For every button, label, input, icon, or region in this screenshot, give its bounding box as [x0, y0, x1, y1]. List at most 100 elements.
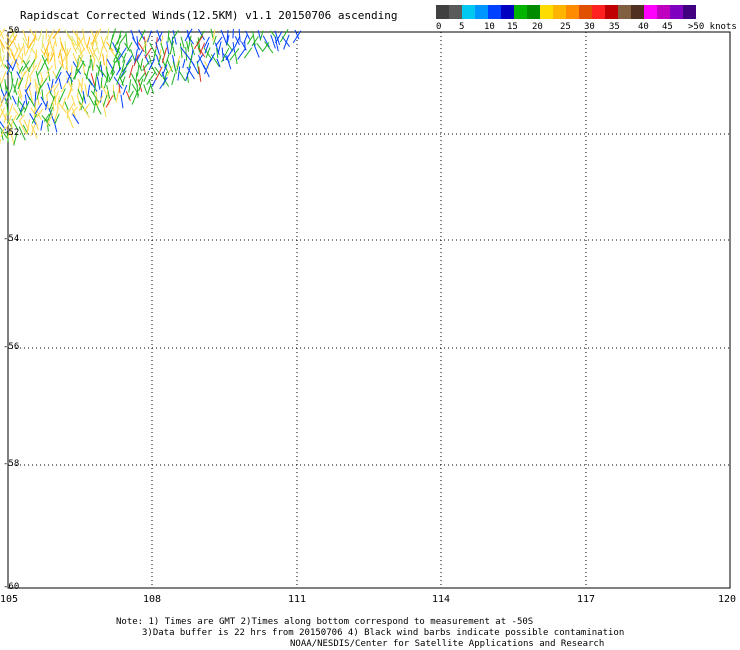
wind-map [0, 28, 731, 589]
wind-barb [42, 42, 49, 58]
wind-barb [182, 58, 186, 69]
grid-lines [8, 32, 730, 588]
wind-barb [45, 29, 48, 40]
wind-barb [256, 42, 264, 52]
wind-barb [184, 28, 193, 42]
wind-barb [172, 61, 177, 74]
wind-barb [21, 52, 24, 65]
wind-barb [36, 58, 42, 71]
wind-barb [143, 84, 148, 94]
latitude-label: -52 [3, 128, 20, 138]
wind-barb [128, 79, 132, 93]
wind-barb [8, 103, 14, 115]
wind-barb [122, 84, 128, 96]
wind-barb [64, 29, 74, 42]
longitude-label: 108 [143, 594, 162, 605]
wind-barb [45, 84, 55, 97]
wind-barb [102, 94, 108, 107]
wind-barb [135, 72, 138, 84]
wind-barb [66, 113, 74, 129]
wind-barb [64, 101, 69, 111]
wind-barb [97, 61, 102, 77]
wind-barb [140, 58, 144, 69]
wind-barb [102, 53, 105, 66]
wind-barb [11, 95, 17, 105]
wind-barb [48, 90, 55, 100]
wind-barb [143, 70, 150, 82]
wind-barb [172, 46, 176, 57]
wind-barb [101, 85, 107, 95]
wind-barb [166, 41, 170, 54]
note-line-1: Note: 1) Times are GMT 2)Times along bot… [116, 617, 534, 627]
wind-barb [86, 36, 91, 49]
wind-barb [178, 70, 186, 82]
wind-barb [52, 70, 58, 81]
wind-barb [0, 139, 1, 146]
wind-barb [215, 36, 223, 47]
longitude-label: 105 [0, 594, 19, 605]
wind-barb [11, 59, 18, 72]
wind-barb [76, 95, 81, 107]
wind-barb [67, 88, 73, 100]
wind-barb [126, 42, 133, 52]
wind-barb [203, 47, 213, 61]
wind-barb [96, 76, 101, 90]
longitude-label: 120 [718, 594, 737, 605]
wind-barb [225, 47, 235, 61]
wind-barb [64, 40, 67, 52]
wind-barb [85, 65, 90, 80]
wind-barb [171, 73, 176, 86]
wind-barb [160, 42, 166, 56]
wind-barb [232, 28, 234, 39]
wind-barb [100, 90, 103, 103]
wind-barb [40, 120, 44, 131]
wind-barb [52, 100, 55, 112]
wind-barb [121, 76, 126, 86]
wind-barb [283, 34, 290, 50]
wind-barb [40, 96, 47, 108]
wind-barb [130, 48, 136, 62]
wind-barb [3, 112, 7, 124]
wind-barb [70, 65, 73, 78]
wind-barb [84, 83, 88, 97]
wind-barb [148, 54, 153, 65]
map-frame [7, 31, 731, 589]
wind-barb [146, 85, 151, 96]
wind-barb [41, 34, 44, 49]
wind-barb [234, 53, 238, 65]
wind-barb [18, 126, 26, 141]
wind-barb [58, 78, 62, 90]
wind-barb [84, 72, 93, 86]
latitude-label: -50 [3, 26, 20, 36]
wind-barb [22, 42, 26, 57]
wind-barb [17, 96, 20, 107]
wind-barb [61, 83, 67, 93]
wind-barb [25, 72, 30, 89]
wind-barb [109, 34, 114, 50]
wind-barb [76, 30, 79, 47]
wind-barb [136, 65, 140, 77]
wind-barb [24, 94, 28, 106]
longitude-label: 111 [288, 594, 307, 605]
wind-barb [94, 100, 102, 115]
wind-barb [186, 41, 190, 52]
wind-barb [27, 36, 30, 48]
wind-barb [125, 91, 131, 101]
wind-barb [83, 103, 91, 112]
note-line-3: NOAA/NESDIS/Center for Satellite Applica… [290, 639, 605, 649]
wind-barbs [0, 28, 302, 146]
wind-barb [128, 90, 134, 100]
wind-barb [81, 77, 84, 93]
wind-barb [92, 58, 96, 70]
wind-barb [217, 41, 222, 54]
wind-barb [177, 66, 181, 81]
wind-barb [114, 34, 122, 48]
latitude-label: -54 [3, 234, 20, 244]
wind-barb [180, 36, 185, 49]
wind-barb [119, 70, 127, 80]
latitude-label: -56 [3, 342, 20, 352]
wind-barb [53, 83, 60, 92]
wind-barb [238, 28, 241, 43]
wind-barb [203, 36, 210, 48]
longitude-label: 114 [432, 594, 451, 605]
